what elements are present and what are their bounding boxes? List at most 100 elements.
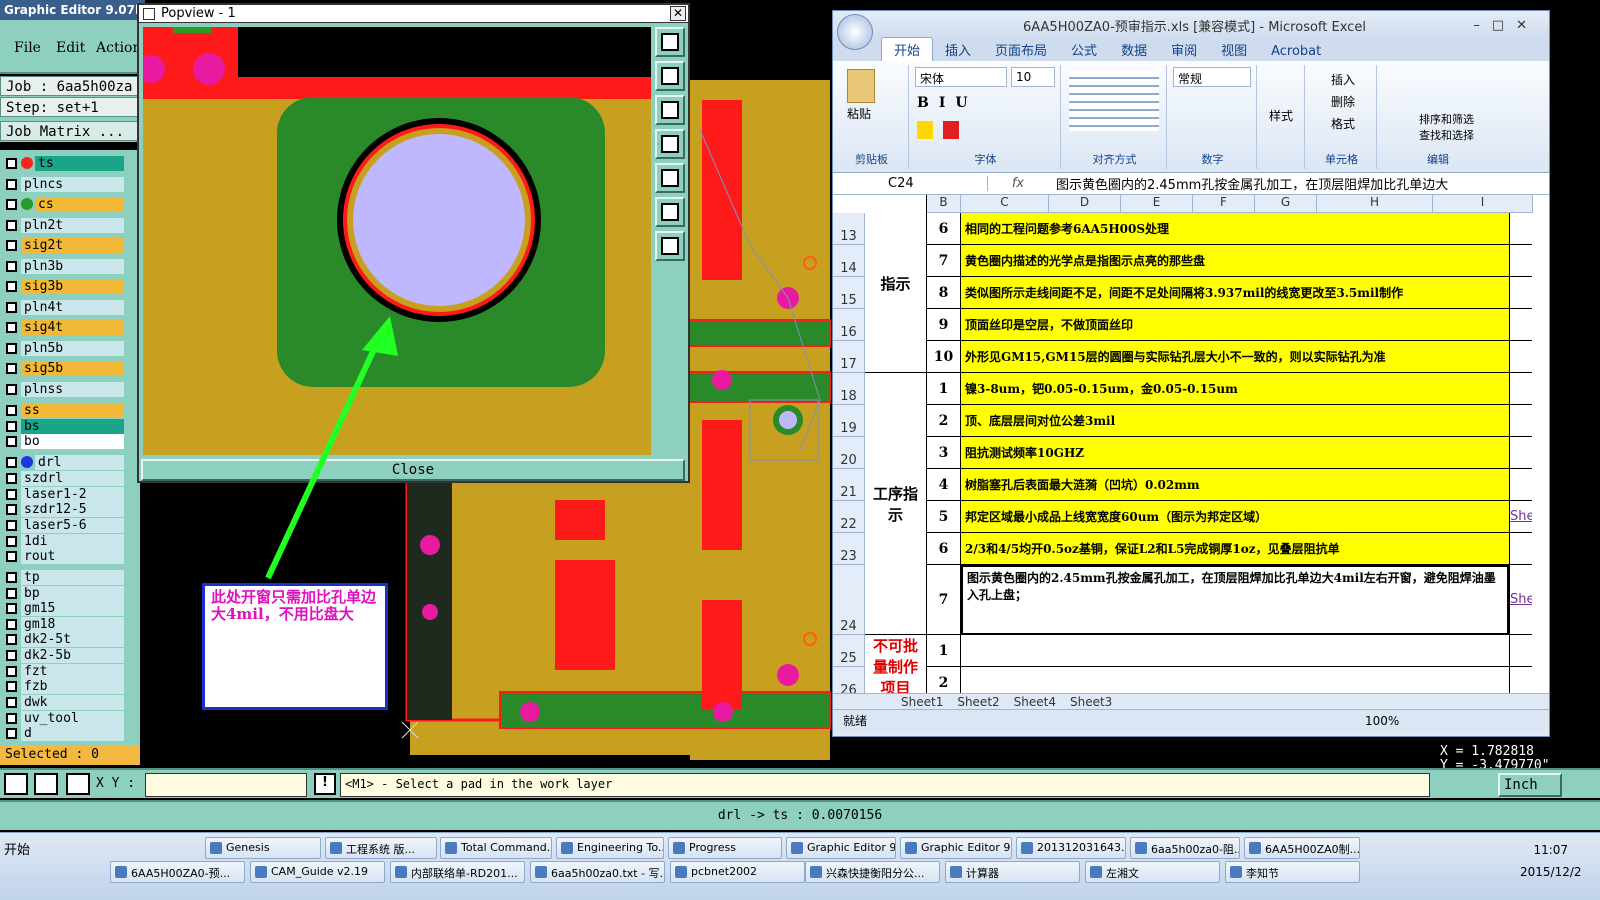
cell-c[interactable]: 邦定区域最小成品上线宽宽度60um（图示为邦定区域） [961, 501, 1509, 533]
layer-checkbox[interactable] [6, 602, 17, 614]
layer-checkbox[interactable] [6, 503, 17, 515]
layer-name[interactable]: bp [21, 585, 124, 601]
layer-row-sig3b[interactable]: sig3b [6, 278, 124, 294]
layer-name[interactable]: ts [35, 155, 124, 171]
cell-b[interactable]: 10 [927, 341, 961, 373]
cell-i-link[interactable] [1509, 469, 1532, 501]
layer-row-rout[interactable]: rout [6, 548, 124, 564]
taskbar-item[interactable]: 内部联络单-RD201... [390, 861, 525, 883]
layer-checkbox[interactable] [6, 404, 17, 416]
layer-checkbox[interactable] [6, 472, 17, 484]
taskbar-item[interactable]: 兴森快捷衡阳分公... [805, 861, 940, 883]
taskbar-item[interactable]: Graphic Editor 9... [900, 837, 1012, 859]
tab-acrobat[interactable]: Acrobat [1259, 42, 1333, 61]
cell-i-link[interactable]: She [1509, 501, 1532, 533]
tab-view[interactable]: 视图 [1209, 38, 1259, 61]
layer-checkbox[interactable] [6, 280, 17, 292]
insert-cells-button[interactable]: 插入 [1331, 71, 1355, 88]
taskbar-item[interactable]: Engineering To... [556, 837, 664, 859]
layer-name[interactable]: drl [35, 454, 124, 470]
sheet-tab-2[interactable]: Sheet2 [957, 695, 999, 709]
layer-row-pln2t[interactable]: pln2t [6, 217, 124, 233]
layer-name[interactable]: pln2t [21, 217, 124, 233]
layer-checkbox[interactable] [6, 712, 17, 724]
layer-checkbox[interactable] [6, 321, 17, 333]
taskbar-item[interactable]: 李知节 [1225, 861, 1360, 883]
zoom-fit-icon[interactable] [655, 27, 685, 57]
row-header[interactable]: 26 [833, 667, 865, 693]
find-select-button[interactable]: 查找和选择 [1419, 127, 1474, 143]
layer-row-szdr12-5[interactable]: szdr12-5 [6, 501, 124, 517]
layer-name[interactable]: rout [21, 548, 124, 564]
cell-i-link[interactable] [1509, 373, 1532, 405]
cell-c[interactable]: 顶面丝印是空层，不做顶面丝印 [961, 309, 1509, 341]
layer-row-cs[interactable]: cs [6, 196, 124, 212]
number-format-select[interactable]: 常规 [1173, 67, 1251, 87]
layer-name[interactable]: fzt [21, 663, 124, 679]
menu-edit[interactable]: Edit [56, 40, 85, 56]
layer-row-bs[interactable]: bs [6, 418, 124, 434]
row-header[interactable]: 21 [833, 469, 865, 501]
tab-review[interactable]: 审阅 [1159, 38, 1209, 61]
layer-name[interactable]: 1di [21, 533, 124, 549]
layer-row-sig5b[interactable]: sig5b [6, 360, 124, 376]
excel-titlebar[interactable]: 6AA5H00ZA0-预审指示.xls [兼容模式] - Microsoft E… [833, 11, 1549, 50]
layer-checkbox[interactable] [6, 535, 17, 547]
layer-checkbox[interactable] [6, 456, 17, 468]
layer-checkbox[interactable] [6, 383, 17, 395]
sheet-tab-3[interactable]: Sheet3 [1070, 695, 1112, 709]
font-size-select[interactable]: 10 [1011, 67, 1055, 87]
layer-checkbox[interactable] [6, 420, 17, 432]
cell-c[interactable]: 相同的工程问题参考6AA5H00S处理 [961, 213, 1509, 245]
layer-name[interactable]: uv_tool [21, 710, 124, 726]
cell-b[interactable]: 2 [927, 405, 961, 437]
layer-row-dk2-5b[interactable]: dk2-5b [6, 647, 124, 663]
cell-i-link[interactable] [1509, 309, 1532, 341]
layer-checkbox[interactable] [6, 178, 17, 190]
layer-name[interactable]: plnss [21, 381, 124, 397]
layer-checkbox[interactable] [6, 198, 17, 210]
layer-row-sig4t[interactable]: sig4t [6, 319, 124, 335]
taskbar-item[interactable]: 左湘文 [1085, 861, 1220, 883]
layer-row-laser1-2[interactable]: laser1-2 [6, 486, 124, 502]
layer-checkbox[interactable] [6, 727, 17, 739]
layer-name[interactable]: tp [21, 569, 124, 585]
layer-checkbox[interactable] [6, 571, 17, 583]
layer-checkbox[interactable] [6, 239, 17, 251]
layer-name[interactable]: fzb [21, 678, 124, 694]
layer-name[interactable]: bs [21, 418, 124, 434]
column-header-B[interactable]: B [927, 195, 961, 213]
taskbar-item[interactable]: 计算器 [945, 861, 1080, 883]
taskbar-item[interactable]: Genesis [205, 837, 321, 859]
layer-name[interactable]: pln4t [21, 299, 124, 315]
popview-titlebar[interactable]: Popview - 1 ✕ [139, 5, 688, 23]
column-header-C[interactable]: C [961, 195, 1049, 213]
layer-checkbox[interactable] [6, 301, 17, 313]
taskbar-item[interactable]: 6AA5H00ZA0-预... [110, 861, 245, 883]
column-header-E[interactable]: E [1121, 195, 1193, 213]
cell-i-link[interactable] [1509, 533, 1532, 565]
layer-row-szdrl[interactable]: szdrl [6, 470, 124, 486]
cell-b[interactable]: 6 [927, 213, 961, 245]
close-icon[interactable]: ✕ [670, 6, 686, 21]
formula-input[interactable]: 图示黄色圈内的2.45mm孔按金属孔加工，在顶层阻焊加比孔单边大 [1048, 174, 1549, 193]
cell-i-link[interactable] [1509, 213, 1532, 245]
layer-name[interactable]: dk2-5b [21, 647, 124, 663]
row-header[interactable]: 23 [833, 533, 865, 565]
layer-name[interactable]: dk2-5t [21, 631, 124, 647]
layer-row-pln3b[interactable]: pln3b [6, 258, 124, 274]
cell-b[interactable]: 2 [927, 667, 961, 693]
layer-checkbox[interactable] [6, 519, 17, 531]
layer-checkbox[interactable] [6, 680, 17, 692]
menu-action[interactable]: Action [96, 40, 142, 56]
ruler-icon[interactable] [34, 773, 58, 795]
zoom-out-icon[interactable] [655, 231, 685, 261]
cell-b[interactable]: 5 [927, 501, 961, 533]
layer-name[interactable]: pln5b [21, 340, 124, 356]
cell-i-link[interactable] [1509, 245, 1532, 277]
tab-page-layout[interactable]: 页面布局 [983, 38, 1059, 61]
cell-b[interactable]: 4 [927, 469, 961, 501]
sort-filter-button[interactable]: 排序和筛选 [1419, 111, 1474, 127]
layer-checkbox[interactable] [6, 696, 17, 708]
layer-name[interactable]: d [21, 725, 124, 741]
